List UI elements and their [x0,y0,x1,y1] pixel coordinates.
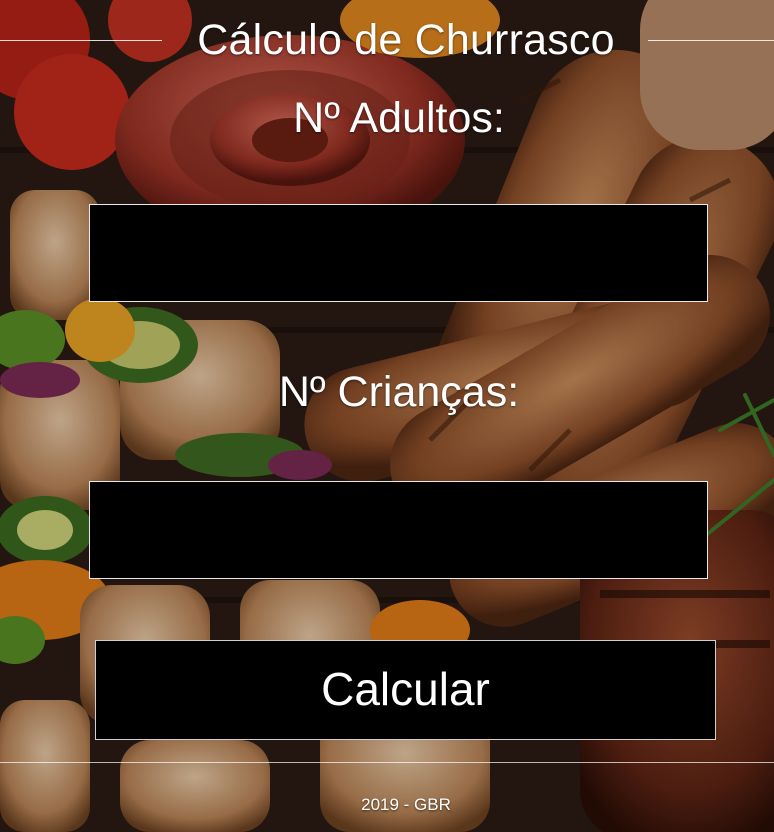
footer-divider [0,762,774,763]
calculate-button[interactable]: Calcular [95,640,716,740]
children-input[interactable] [89,481,708,579]
calculator-form: Cálculo de Churrasco Nº Adultos: Nº Cria… [0,0,774,832]
children-label: Nº Crianças: [278,368,520,416]
adults-label: Nº Adultos: [293,94,505,142]
adults-input[interactable] [89,204,708,302]
page-title: Cálculo de Churrasco [197,16,615,64]
footer-text: 2019 - GBR [361,795,451,814]
